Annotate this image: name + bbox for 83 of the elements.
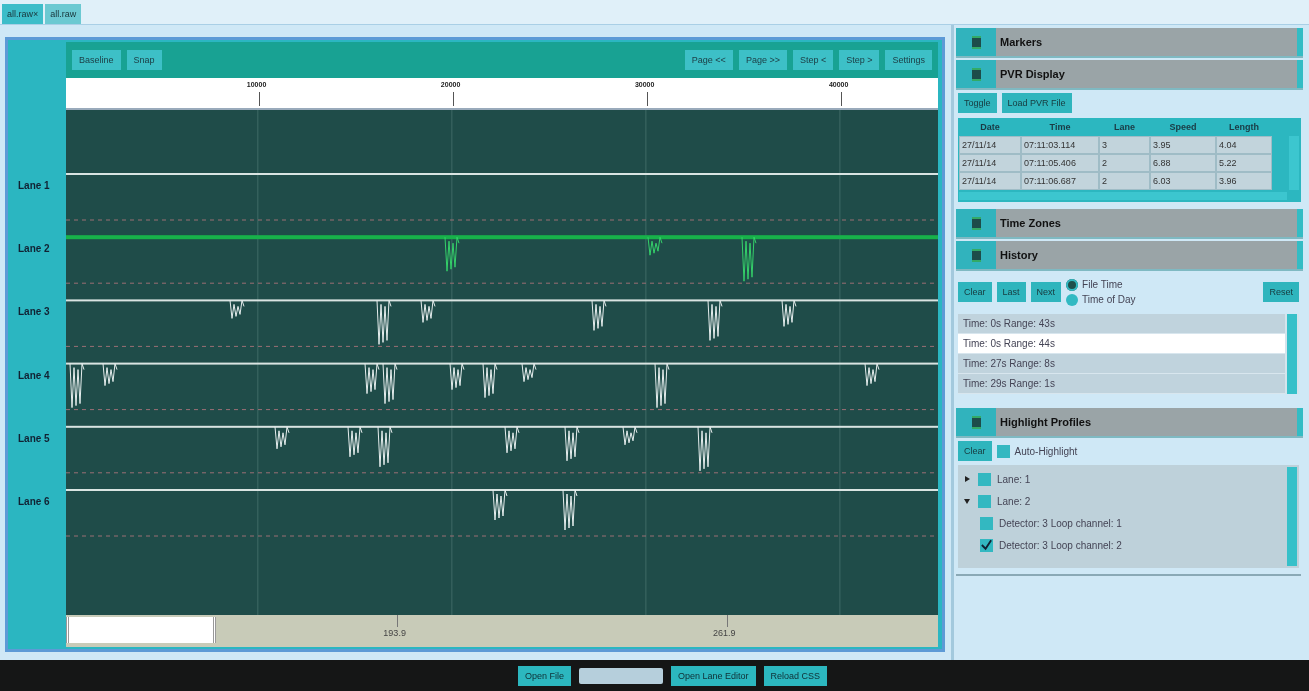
reset-button[interactable]: Reset — [1263, 282, 1299, 302]
checkbox-label: Auto-Highlight — [1014, 445, 1078, 457]
open-file-button[interactable]: Open File — [517, 665, 571, 686]
table-cell: 5.22 — [1216, 154, 1272, 172]
table-cell: 07:11:05.406 — [1021, 154, 1099, 172]
toolbar-button[interactable]: Step < — [792, 50, 834, 70]
bottom-button[interactable]: Reload CSS — [763, 665, 828, 686]
lane-label: Lane 4 — [18, 369, 50, 381]
close-icon[interactable]: × — [33, 9, 39, 19]
file-tab[interactable]: all.raw — [45, 4, 82, 24]
section-header[interactable]: History — [956, 241, 1303, 269]
lane-label: Lane 3 — [18, 306, 50, 318]
panel-icon — [971, 415, 981, 429]
lane-label: Lane 2 — [18, 243, 50, 255]
scrollbar[interactable] — [1287, 314, 1297, 394]
toolbar-button[interactable]: Snap — [126, 50, 162, 70]
panel-icon — [971, 216, 981, 230]
section-header[interactable]: Time Zones — [956, 209, 1303, 237]
panel-icon — [971, 248, 981, 262]
pvr-button[interactable]: Load PVR File — [1001, 93, 1072, 113]
pvr-button[interactable]: Toggle — [958, 93, 997, 113]
tree-label[interactable]: Detector: 3 Loop channel: 1 — [999, 517, 1122, 529]
column-header[interactable]: Speed — [1150, 118, 1216, 136]
expander-icon[interactable] — [964, 498, 970, 504]
panel-icon — [971, 67, 981, 81]
history-button[interactable]: Next — [1030, 282, 1062, 302]
input-field[interactable] — [578, 667, 663, 684]
toolbar-button[interactable]: Settings — [885, 50, 932, 70]
table-cell: 3.96 — [1216, 172, 1272, 190]
range-handle[interactable] — [66, 617, 216, 643]
table-cell: 2 — [1099, 154, 1150, 172]
checkbox[interactable] — [978, 472, 991, 486]
section-header[interactable]: PVR Display — [956, 60, 1303, 88]
history-entry[interactable]: Time: 27s Range: 8s — [958, 354, 1285, 374]
tree-label[interactable]: Lane: 1 — [997, 473, 1031, 485]
clear-button[interactable]: Clear — [958, 441, 992, 461]
table-cell: 6.03 — [1150, 172, 1216, 190]
radio-label: Time of Day — [1082, 294, 1136, 305]
lane-label: Lane 5 — [18, 432, 50, 444]
lane-label: Lane 1 — [18, 180, 50, 191]
overview-tick-label: 261.9 — [712, 628, 736, 638]
overview-tick-label: 193.9 — [383, 628, 406, 638]
table-cell: 4.04 — [1216, 136, 1272, 154]
toolbar-button[interactable]: Page >> — [738, 50, 787, 70]
section-header[interactable]: Highlight Profiles — [956, 408, 1303, 436]
checkbox[interactable] — [978, 494, 991, 508]
table-cell: 6.88 — [1150, 154, 1216, 172]
scrollbar[interactable] — [959, 192, 1287, 200]
history-button[interactable]: Last — [996, 282, 1026, 302]
history-entry[interactable]: Time: 0s Range: 44s — [958, 334, 1285, 354]
table-cell: 07:11:03.114 — [1021, 136, 1099, 154]
checkbox[interactable] — [996, 444, 1010, 458]
bottom-button[interactable]: Open Lane Editor — [670, 665, 756, 686]
radio-button[interactable] — [1066, 293, 1079, 306]
toolbar-button[interactable]: Baseline — [72, 50, 121, 70]
history-entry[interactable]: Time: 0s Range: 43s — [958, 314, 1285, 334]
table-cell: 3.95 — [1150, 136, 1216, 154]
table-cell: 3 — [1099, 136, 1150, 154]
column-header[interactable]: Date — [959, 118, 1021, 136]
checkbox[interactable] — [980, 538, 993, 552]
tree-label[interactable]: Detector: 3 Loop channel: 2 — [999, 539, 1122, 551]
toolbar-button[interactable]: Step > — [839, 50, 880, 70]
radio-label: File Time — [1082, 279, 1123, 290]
checkbox[interactable] — [980, 516, 993, 530]
table-cell: 07:11:06.687 — [1021, 172, 1099, 190]
history-entry[interactable]: Time: 29s Range: 1s — [958, 374, 1285, 394]
table-cell: 2 — [1099, 172, 1150, 190]
tree-label[interactable]: Lane: 2 — [997, 495, 1031, 507]
file-tab[interactable]: all.raw× — [2, 4, 44, 24]
toolbar-button[interactable]: Page << — [684, 50, 733, 70]
table-cell: 27/11/14 — [959, 154, 1021, 172]
table-cell: 27/11/14 — [959, 136, 1021, 154]
history-button[interactable]: Clear — [958, 282, 992, 302]
radio-button[interactable] — [1066, 278, 1079, 291]
section-header[interactable]: Markers — [956, 28, 1303, 56]
scrollbar[interactable] — [1287, 467, 1297, 566]
column-header[interactable]: Time — [1021, 118, 1099, 136]
expander-icon[interactable] — [965, 476, 970, 482]
column-header[interactable]: Lane — [1099, 118, 1150, 136]
lane-label: Lane 6 — [18, 495, 50, 507]
panel-icon — [971, 35, 981, 49]
column-header[interactable]: Length — [1216, 118, 1272, 136]
table-cell: 27/11/14 — [959, 172, 1021, 190]
